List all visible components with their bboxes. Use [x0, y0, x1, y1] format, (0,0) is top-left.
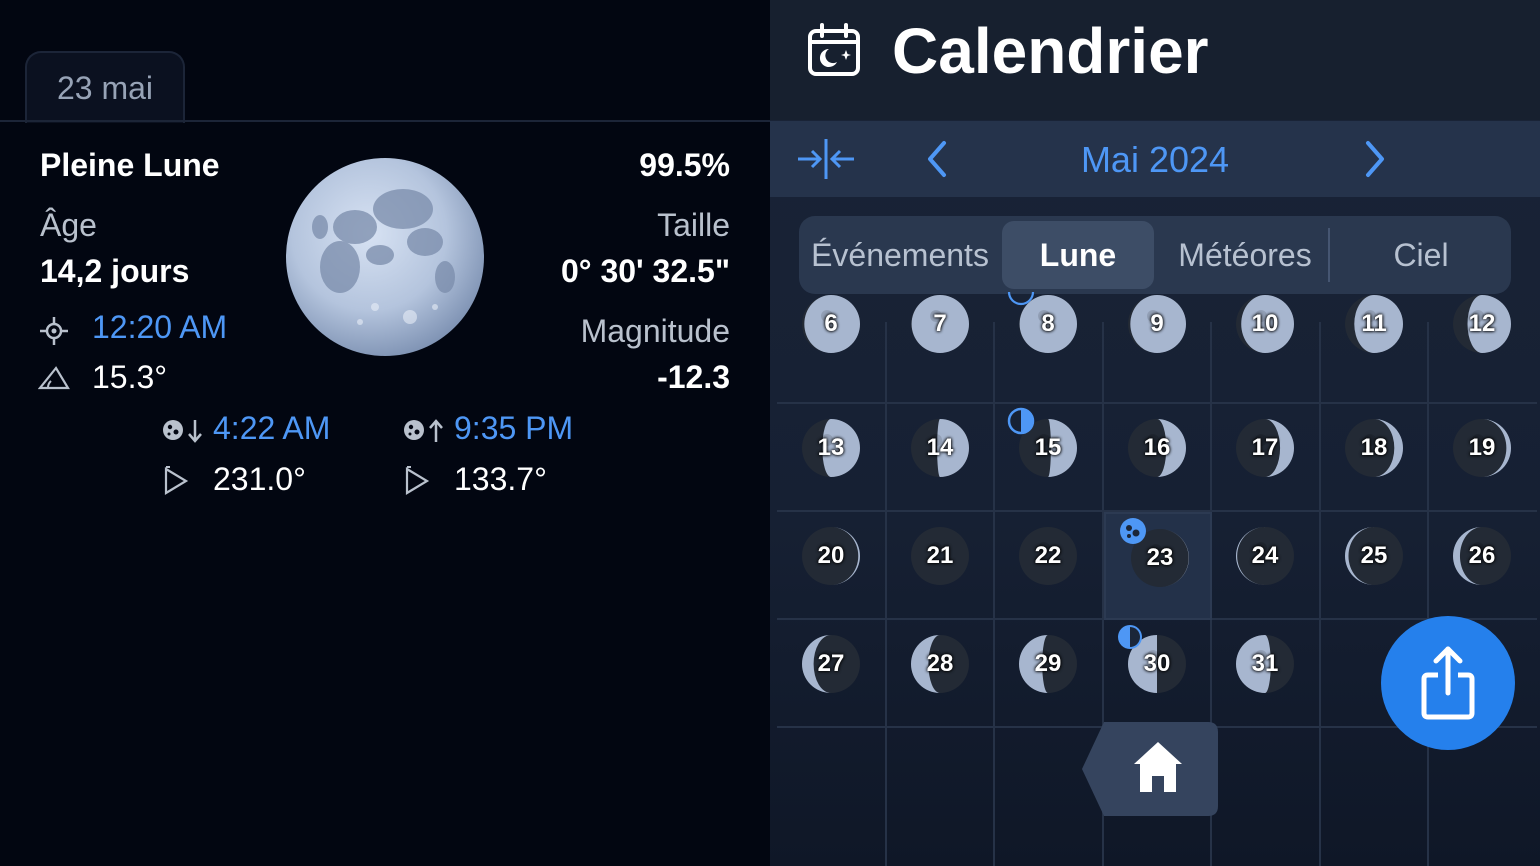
day-number: 28 [926, 650, 954, 677]
altitude-angle-icon [38, 366, 70, 390]
day-number: 29 [1034, 650, 1062, 677]
calendar-day-18[interactable]: 18 [1320, 404, 1428, 512]
last-quarter-icon [1118, 625, 1142, 649]
calendar-day-19[interactable]: 19 [1428, 404, 1536, 512]
first-quarter-icon [1007, 407, 1035, 435]
day-number: 13 [817, 434, 845, 461]
transit-altitude: 15.3° [92, 359, 168, 395]
day-number: 31 [1251, 650, 1279, 677]
day-number: 7 [933, 310, 947, 337]
calendar-day-27[interactable]: 27 [777, 620, 885, 728]
calendar-icon [808, 23, 860, 76]
calendar-day-29[interactable]: 29 [994, 620, 1102, 728]
calendar-day-26[interactable]: 26 [1428, 512, 1536, 620]
calendar-day-6[interactable]: 6 [777, 295, 885, 404]
calendar-day-25[interactable]: 25 [1320, 512, 1428, 620]
day-number: 17 [1251, 434, 1279, 461]
calendar-day-31[interactable]: 31 [1211, 620, 1319, 728]
day-number: 23 [1146, 544, 1174, 571]
day-number: 22 [1034, 542, 1062, 569]
day-number: 26 [1468, 542, 1496, 569]
calendar-day-14[interactable]: 14 [886, 404, 994, 512]
calendar-day-13[interactable]: 13 [777, 404, 885, 512]
age-value: 14,2 jours [40, 253, 190, 289]
calendar-panel: Calendrier Mai 2024 Événements Lune Mété… [770, 0, 1540, 866]
calendar-day-16[interactable]: 16 [1103, 404, 1211, 512]
moon-details-panel: 23 mai Pleine Lune 99.5% Âge 14,2 jours … [0, 0, 770, 866]
moonrise-time: 9:35 PM [454, 410, 574, 446]
calendar-day-8[interactable]: 8 [994, 291, 1102, 404]
calendar-day-7[interactable]: 7 [886, 295, 994, 404]
share-button[interactable] [1381, 616, 1515, 750]
transit-icon [40, 317, 68, 345]
day-number: 27 [817, 650, 845, 677]
moonset-time: 4:22 AM [213, 410, 331, 446]
transit-time: 12:20 AM [92, 309, 228, 345]
tab-divider [1328, 228, 1330, 282]
day-number: 11 [1361, 310, 1387, 337]
calendar-day-17[interactable]: 17 [1211, 404, 1319, 512]
tab-divider [0, 120, 770, 122]
calendar-day-21[interactable]: 21 [886, 512, 994, 620]
illumination-value: 99.5% [639, 147, 730, 183]
day-number: 18 [1360, 434, 1388, 461]
day-number: 25 [1360, 542, 1388, 569]
month-navigation: Mai 2024 [770, 121, 1540, 197]
page-title: Calendrier [892, 15, 1209, 87]
date-tab[interactable]: 23 mai [25, 51, 185, 123]
size-value: 0° 30' 32.5" [560, 253, 730, 289]
calendar-day-24[interactable]: 24 [1211, 512, 1319, 620]
calendar-day-9[interactable]: 9 [1103, 295, 1211, 404]
day-number: 24 [1251, 542, 1279, 569]
tab-evenements[interactable]: Événements [799, 216, 1001, 294]
day-number: 19 [1468, 434, 1496, 461]
calendar-header: Calendrier [770, 0, 1540, 120]
calendar-day-15[interactable]: 15 [994, 404, 1102, 512]
day-number: 14 [926, 434, 954, 461]
calendar-day-10[interactable]: 10 [1211, 295, 1319, 404]
moonset-icon [163, 420, 202, 443]
calendar-day-11[interactable]: 11 [1320, 295, 1428, 404]
day-number: 9 [1150, 310, 1164, 337]
tab-lune[interactable]: Lune [1002, 221, 1154, 289]
calendar-day-22[interactable]: 22 [994, 512, 1102, 620]
calendar-day-12[interactable]: 12 [1428, 295, 1536, 404]
full-moon-image [286, 158, 484, 356]
tab-meteores[interactable]: Météores [1159, 216, 1331, 294]
moonrise-azimuth: 133.7° [454, 461, 547, 497]
day-number: 30 [1143, 650, 1171, 677]
calendar-tabs: Événements Lune Météores Ciel [799, 216, 1511, 294]
month-label: Mai 2024 [1080, 139, 1230, 180]
size-label: Taille [657, 207, 730, 243]
tab-ciel[interactable]: Ciel [1331, 216, 1511, 294]
magnitude-label: Magnitude [580, 313, 730, 349]
day-number: 21 [926, 542, 954, 569]
day-number: 15 [1034, 434, 1062, 461]
day-number: 16 [1143, 434, 1171, 461]
new-moon-icon [1007, 291, 1035, 306]
age-label: Âge [40, 207, 97, 243]
magnitude-value: -12.3 [657, 359, 730, 395]
day-number: 6 [824, 310, 838, 337]
moonset-azimuth: 231.0° [213, 461, 306, 497]
calendar-day-23[interactable]: 23 [1104, 512, 1212, 620]
day-number: 20 [817, 542, 845, 569]
calendar-day-20[interactable]: 20 [777, 512, 885, 620]
calendar-day-30[interactable]: 30 [1103, 620, 1211, 728]
collapse-button[interactable] [796, 135, 856, 183]
next-month-button[interactable] [1354, 139, 1394, 179]
azimuth-icon [405, 466, 430, 495]
full-moon-icon [1120, 518, 1146, 544]
calendar-day-28[interactable]: 28 [886, 620, 994, 728]
moonrise-icon [404, 419, 443, 442]
azimuth-icon [164, 466, 189, 495]
phase-name: Pleine Lune [40, 147, 220, 183]
home-button[interactable] [1082, 722, 1218, 816]
previous-month-button[interactable] [918, 139, 958, 179]
share-icon [1421, 646, 1475, 720]
day-number: 10 [1251, 310, 1279, 337]
day-number: 12 [1468, 310, 1496, 337]
